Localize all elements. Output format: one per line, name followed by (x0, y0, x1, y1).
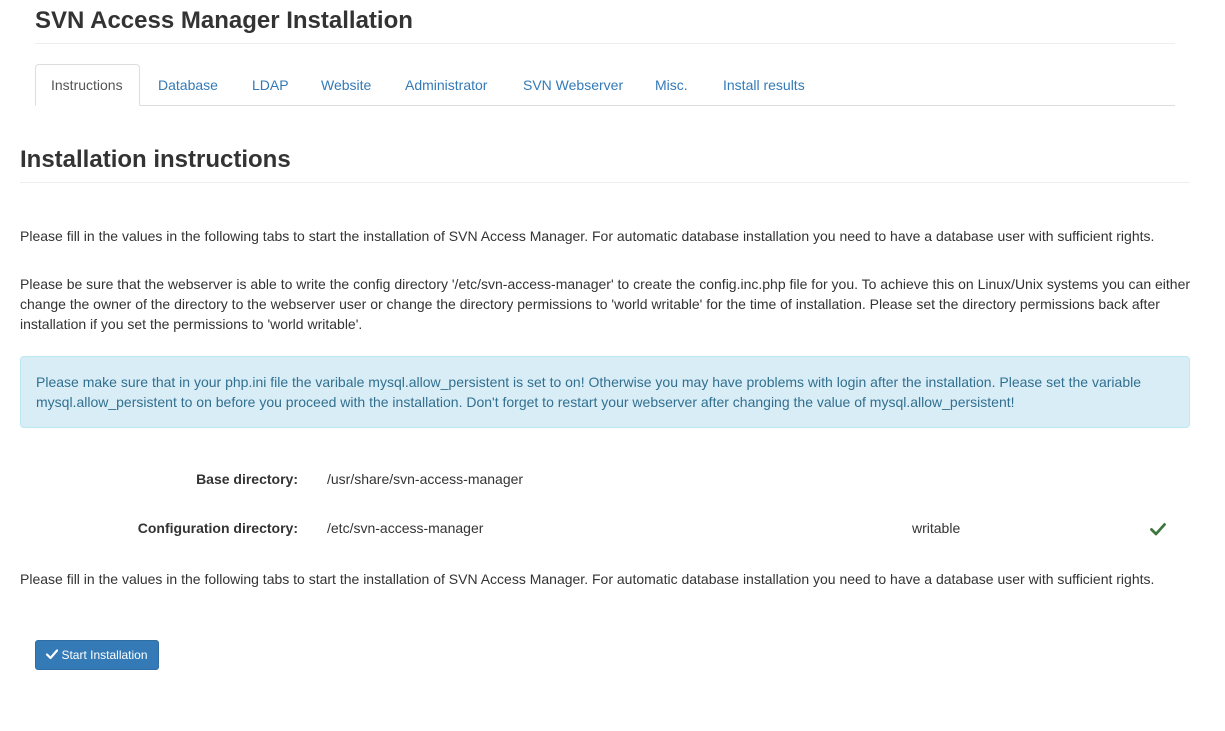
page-title: SVN Access Manager Installation (35, 7, 413, 34)
config-directory-value: /etc/svn-access-manager (327, 520, 484, 536)
check-icon (1150, 523, 1166, 536)
config-directory-label: Configuration directory: (137, 520, 298, 536)
tab-website[interactable]: Website (306, 64, 386, 105)
start-installation-button[interactable]: Start Installation (35, 640, 159, 670)
section-title: Installation instructions (20, 146, 291, 173)
tab-install-results[interactable]: Install results (708, 64, 820, 105)
section-divider (20, 182, 1190, 183)
tab-administrator[interactable]: Administrator (390, 64, 502, 105)
intro-text: Please fill in the values in the followi… (20, 228, 1155, 244)
config-directory-status: writable (912, 520, 961, 536)
info-alert: Please make sure that in your php.ini fi… (20, 356, 1190, 428)
tab-ldap[interactable]: LDAP (237, 64, 304, 105)
webserver-note: Please be sure that the webserver is abl… (20, 276, 1191, 332)
start-installation-label: Start Installation (61, 648, 148, 662)
base-directory-value: /usr/share/svn-access-manager (327, 471, 524, 487)
tab-misc[interactable]: Misc. (640, 64, 703, 105)
tab-svn-webserver[interactable]: SVN Webserver (508, 64, 638, 105)
tab-instructions[interactable]: Instructions (35, 64, 140, 106)
base-directory-label: Base directory: (196, 471, 298, 487)
tab-database[interactable]: Database (143, 64, 233, 105)
footer-note: Please fill in the values in the followi… (20, 571, 1155, 587)
install-tabs: Instructions Database LDAP Website Admin… (35, 64, 1175, 106)
check-icon (46, 649, 59, 660)
page-header: SVN Access Manager Installation (35, 0, 1175, 44)
